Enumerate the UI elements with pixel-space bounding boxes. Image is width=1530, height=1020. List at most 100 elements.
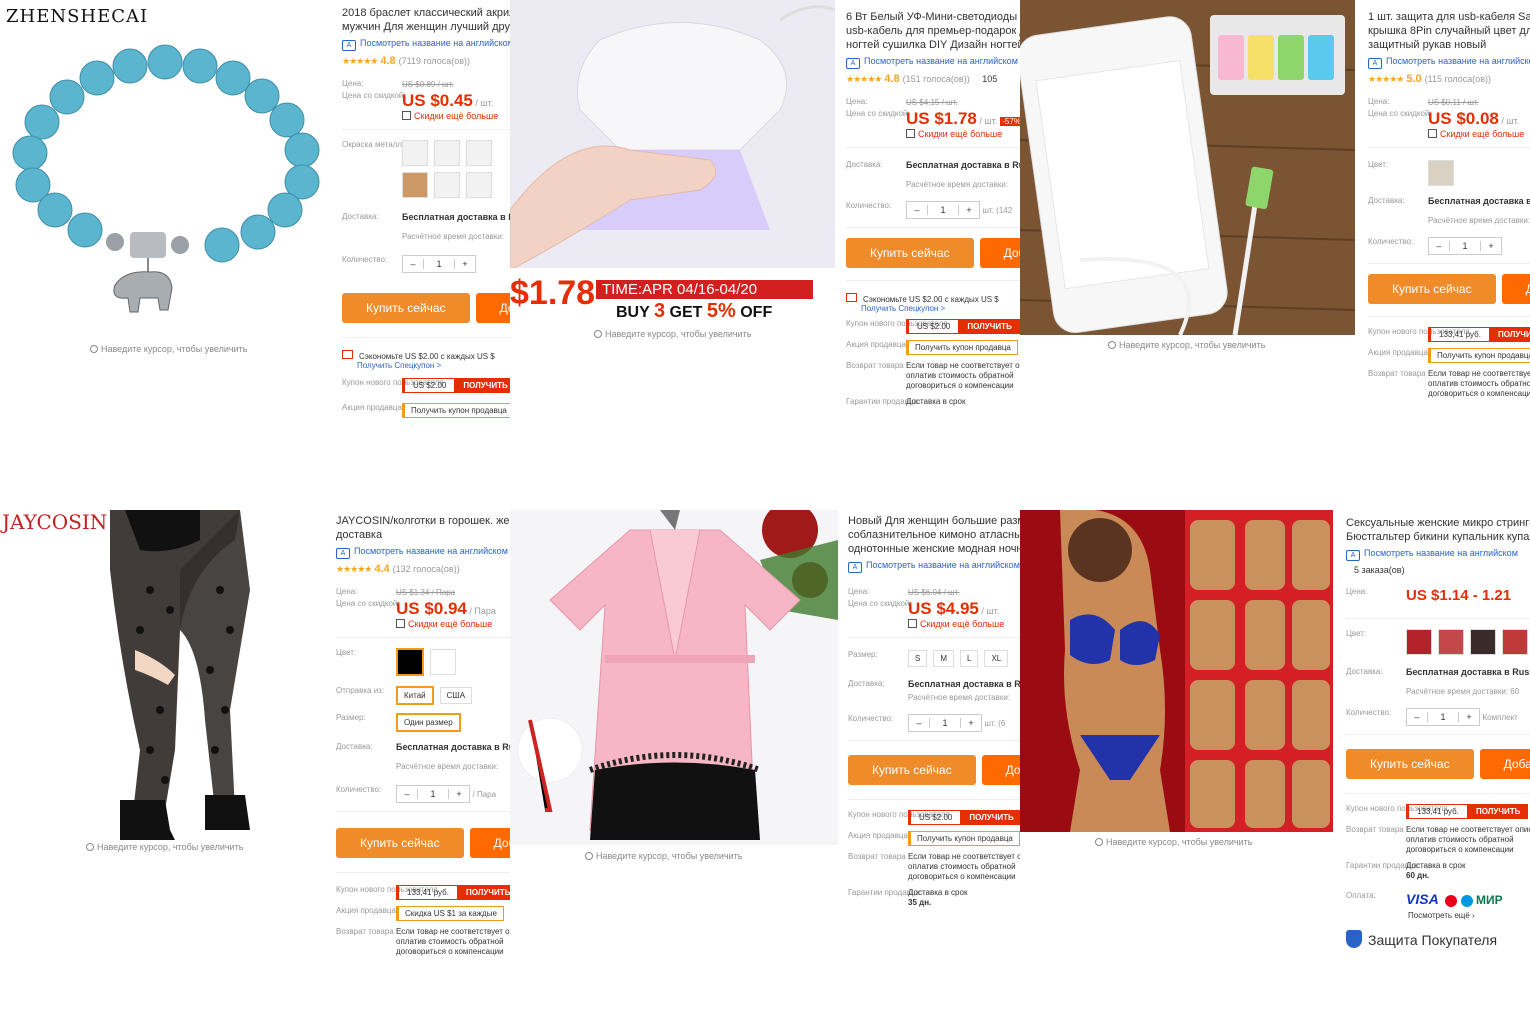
more-discounts-link[interactable]: Скидки ещё больше [1428,129,1530,139]
product-image[interactable]: JAYCOSIN [0,510,330,840]
seller-coupon-button[interactable]: Скидка US $1 за каждые [396,906,504,921]
add-to-cart-button[interactable]: Добавить в корзину [1501,274,1530,304]
seller-coupon-button[interactable]: Получить купон продавца [908,831,1020,846]
ship-from-china[interactable]: Китай [396,686,434,705]
ship-from-usa[interactable]: США [439,687,473,704]
get-coupon-button[interactable]: ПОЛУЧИТЬ [961,810,1020,825]
seller-coupon-button[interactable]: Получить купон продавца [1428,348,1530,363]
minus-button[interactable]: – [397,789,417,799]
zoom-hint: Наведите курсор, чтобы увеличить [1108,340,1265,350]
discount-price: US $1.78 [906,109,977,128]
rating[interactable]: ★★★★★ 4.8 (151 голоса(ов)) 105 [846,73,1020,85]
rating[interactable]: ★★★★★ 5.0 (115 голоса(ов)) [1368,73,1530,85]
get-coupon-link[interactable]: Получить Спецкупон > [357,361,441,370]
seller-coupon-button[interactable]: Получить купон продавца [402,403,510,418]
buy-now-button[interactable]: Купить сейчас [846,238,974,268]
see-more-link[interactable]: Посмотреть ещё › [1408,911,1530,920]
product-image[interactable] [1020,510,1333,832]
add-to-cart-button[interactable]: Добавить в корзину [979,238,1020,268]
translate-link[interactable]: A Посмотреть название на английском [848,560,1020,573]
plus-button[interactable]: + [1459,712,1479,722]
option-swatch[interactable] [466,172,492,198]
magnifier-icon [86,843,94,851]
size-s[interactable]: S [908,650,928,667]
minus-button[interactable]: – [1429,241,1449,251]
product-image[interactable] [1020,0,1355,335]
plus-button[interactable]: + [959,205,979,215]
plus-button[interactable]: + [961,718,981,728]
plus-button[interactable]: + [449,789,469,799]
quantity-stepper[interactable]: –1 + [402,255,476,273]
buy-now-button[interactable]: Купить сейчас [848,755,976,785]
size-m[interactable]: M [933,650,955,667]
quantity-stepper[interactable]: –1 + [396,785,470,803]
magnifier-icon [594,330,602,338]
more-discounts-link[interactable]: Скидки ещё больше [906,129,1020,139]
product-image[interactable]: $1.78 TIME:APR 04/16-04/20 BUY 3 GET 5% … [510,0,835,325]
product-image[interactable]: ZHENSHECAI [0,0,330,340]
size-option[interactable]: Один размер [396,713,461,732]
discount-price: US $0.45 [402,91,473,110]
size-l[interactable]: L [960,650,979,667]
color-swatch[interactable] [1470,629,1496,655]
get-coupon-button[interactable]: ПОЛУЧИТЬ [1467,804,1529,819]
add-to-cart-button[interactable]: Добавить в корзину [1479,749,1530,779]
seller-coupon-button[interactable]: Получить купон продавца [906,340,1018,355]
option-swatch[interactable] [434,172,460,198]
quantity-stepper[interactable]: –1 + [1406,708,1480,726]
visa-logo: VISA [1406,891,1439,907]
product-tile-tights: JAYCOSIN Наведите курсор, чтобы увеличит… [0,510,510,1020]
option-swatch[interactable] [402,140,428,166]
buy-now-button[interactable]: Купить сейчас [1346,749,1474,779]
plus-button[interactable]: + [1481,241,1501,251]
minus-button[interactable]: – [403,259,423,269]
translate-link[interactable]: A Посмотреть название на английском [1368,56,1530,69]
color-swatch[interactable] [1502,629,1528,655]
minus-button[interactable]: – [909,718,929,728]
color-swatch-white[interactable] [430,649,456,675]
buy-now-button[interactable]: Купить сейчас [342,293,470,323]
more-discounts-link[interactable]: Скидки ещё больше [402,111,510,121]
add-to-cart-button[interactable]: Добавить в корзину [475,293,510,323]
add-to-cart-button[interactable]: Добавить в корзину [469,828,510,858]
minus-button[interactable]: – [1407,712,1427,722]
get-coupon-button[interactable]: ПОЛУЧИТЬ [1489,327,1530,342]
rating[interactable]: ★★★★★ 4.8 (7119 голоса(ов)) [342,55,510,67]
minus-button[interactable]: – [907,205,927,215]
color-swatch[interactable] [1438,629,1464,655]
size-xl[interactable]: XL [984,650,1009,667]
get-coupon-button[interactable]: ПОЛУЧИТЬ [959,319,1020,334]
stars-icon: ★★★★★ [336,564,372,574]
translate-icon: A [336,548,350,559]
quantity-stepper[interactable]: –1 + [1428,237,1502,255]
translate-link[interactable]: A Посмотреть название на английском [336,546,510,559]
product-title: 2018 браслет классический акриловый длям… [342,7,510,33]
get-coupon-link[interactable]: Получить Спецкупон > [861,304,945,313]
color-swatch-black[interactable] [396,648,424,676]
translate-link[interactable]: A Посмотреть название на английском [846,56,1020,69]
option-swatch[interactable] [466,140,492,166]
quantity-stepper[interactable]: –1 + [908,714,982,732]
qr-icon [1428,129,1437,138]
product-title: 1 шт. защита для usb-кабеля Samsungкрышк… [1368,11,1530,51]
translate-link[interactable]: A Посмотреть название на английском [1346,548,1530,561]
buy-now-button[interactable]: Купить сейчас [1368,274,1496,304]
rating[interactable]: ★★★★★ 4.4 (132 голоса(ов)) [336,563,510,575]
plus-button[interactable]: + [455,259,475,269]
color-swatch[interactable] [1406,629,1432,655]
quantity-stepper[interactable]: –1 + [906,201,980,219]
get-coupon-button[interactable]: ПОЛУЧИТЬ [457,885,510,900]
product-image[interactable] [510,510,838,845]
add-to-cart-button[interactable]: Добавить в корзину [981,755,1020,785]
more-discounts-link[interactable]: Скидки ещё больше [908,619,1020,629]
get-coupon-button[interactable]: ПОЛУЧИТЬ [455,378,510,393]
more-discounts-link[interactable]: Скидки ещё больше [396,619,510,629]
product-tile-bikini: Наведите курсор, чтобы увеличить Сексуал… [1020,510,1530,1020]
buy-now-button[interactable]: Купить сейчас [336,828,464,858]
translate-link[interactable]: A Посмотреть название на английском [342,38,510,51]
buyer-protection[interactable]: Защита Покупателя [1346,930,1530,948]
product-title: JAYCOSIN/колготки в горошек. женскиедост… [336,515,510,541]
option-swatch[interactable] [434,140,460,166]
color-swatch[interactable] [1428,160,1454,186]
option-swatch[interactable] [402,172,428,198]
